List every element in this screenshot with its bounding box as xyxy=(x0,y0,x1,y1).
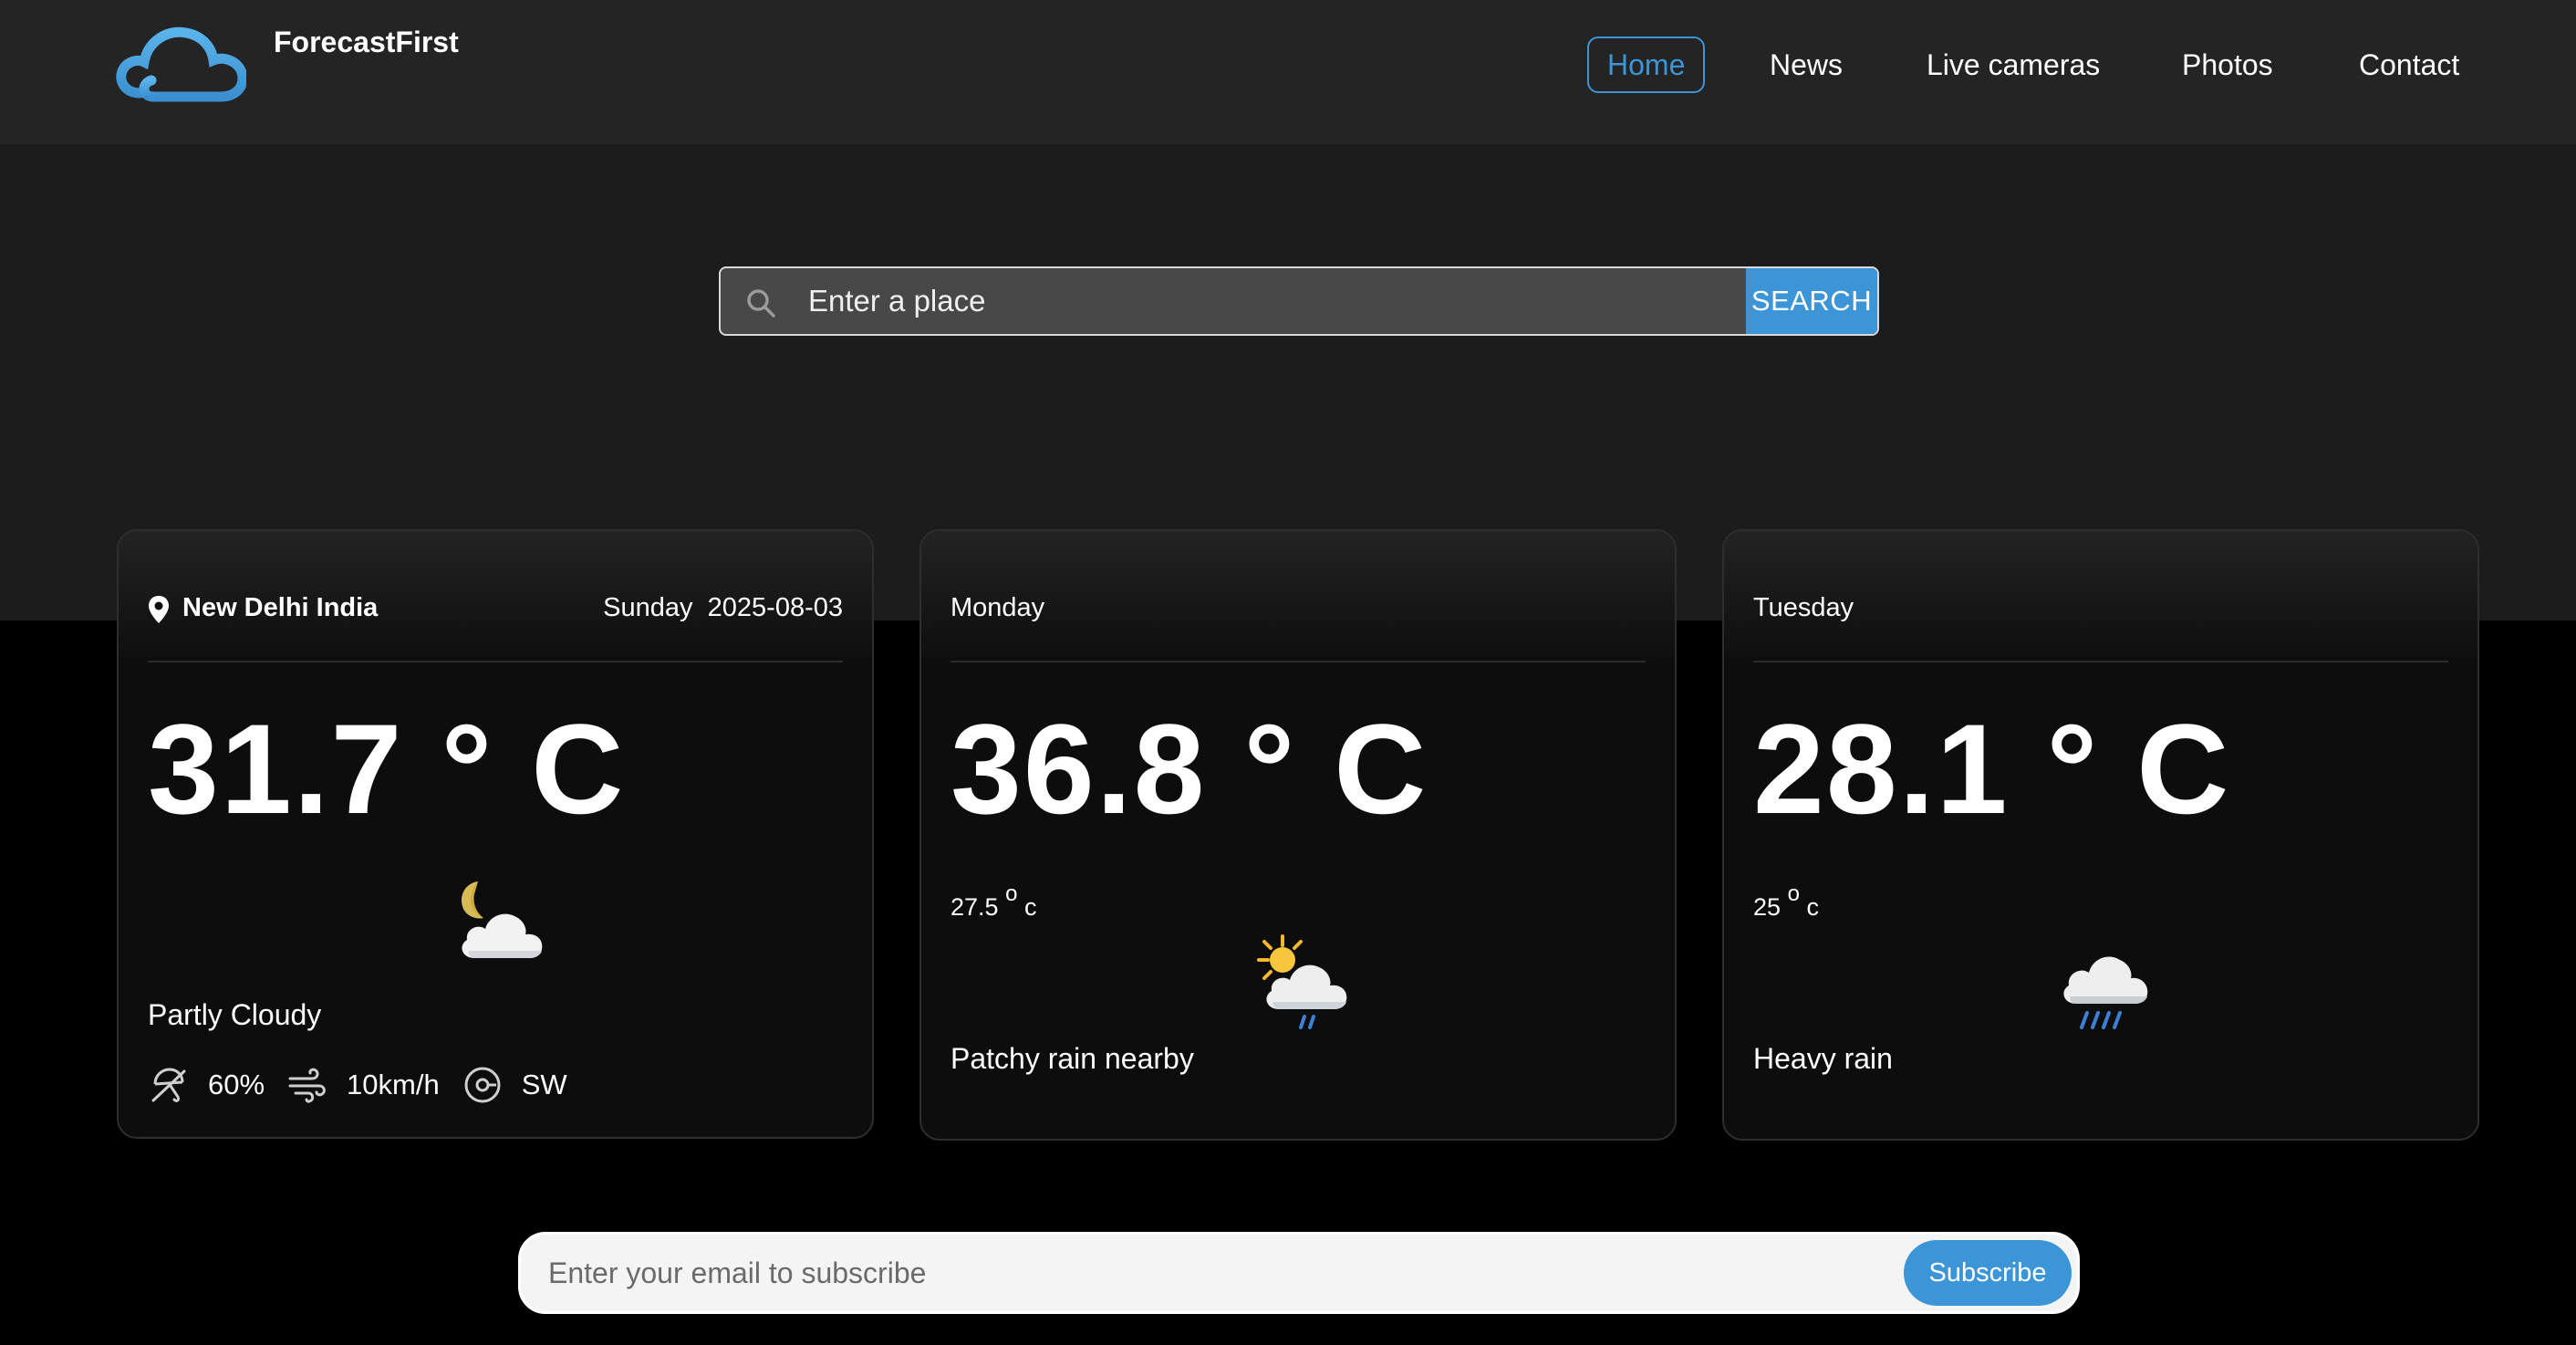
card-header: New Delhi India Sunday 2025-08-03 xyxy=(148,593,843,630)
humidity-value: 60% xyxy=(208,1069,265,1100)
min-temp-unit: c xyxy=(1023,893,1037,921)
min-temp-value: 27.5 xyxy=(950,893,999,921)
forecast-day: Tuesday xyxy=(1753,593,1854,622)
min-temp-value: 25 xyxy=(1753,893,1781,921)
forecast-card-monday: Monday 36.8 ° C 27.5 o c Patchy rain nea… xyxy=(919,529,1677,1141)
moon-cloud-icon xyxy=(461,881,543,958)
place-search-bar: SEARCH xyxy=(719,266,1879,336)
nav-photos[interactable]: Photos xyxy=(2182,36,2273,93)
nav-live-cameras[interactable]: Live cameras xyxy=(1927,36,2100,93)
main-nav: Home News Live cameras Photos Contact xyxy=(0,36,2576,93)
current-day: Sunday xyxy=(603,593,693,622)
card-divider xyxy=(1753,661,2448,662)
subscribe-bar: Subscribe xyxy=(518,1232,2080,1314)
email-subscribe-input[interactable] xyxy=(548,1235,1825,1311)
location-pin-icon xyxy=(149,596,169,623)
current-temperature: 31.7 ° C xyxy=(148,697,626,840)
forecast-temperature: 36.8 ° C xyxy=(950,697,1428,840)
forecast-temperature: 28.1 ° C xyxy=(1753,697,2231,840)
wind-speed-value: 10km/h xyxy=(347,1069,440,1100)
sun-rain-cloud-icon xyxy=(1257,934,1347,1029)
card-divider xyxy=(950,661,1646,662)
subscribe-button[interactable]: Subscribe xyxy=(1904,1240,2072,1306)
card-header: Monday xyxy=(950,593,1646,630)
forecast-condition: Heavy rain xyxy=(1753,1042,1893,1075)
current-date-value: 2025-08-03 xyxy=(707,593,843,622)
min-temp-degree: o xyxy=(1005,881,1018,906)
card-header: Tuesday xyxy=(1753,593,2448,630)
compass-icon xyxy=(464,1067,501,1103)
wind-icon xyxy=(288,1068,326,1103)
heavy-rain-cloud-icon xyxy=(2063,956,2148,1029)
place-search-input[interactable] xyxy=(808,268,1720,334)
nav-contact[interactable]: Contact xyxy=(2359,36,2459,93)
min-temp-unit: c xyxy=(1806,893,1819,921)
forecast-min-temperature: 27.5 o c xyxy=(950,881,1037,922)
wind-direction-value: SW xyxy=(521,1069,567,1100)
current-weather-card: New Delhi India Sunday 2025-08-03 31.7 °… xyxy=(117,529,874,1139)
forecast-condition: Patchy rain nearby xyxy=(950,1042,1194,1075)
umbrella-icon xyxy=(151,1068,186,1102)
nav-news[interactable]: News xyxy=(1770,36,1843,93)
forecast-card-tuesday: Tuesday 28.1 ° C 25 o c Heavy rain xyxy=(1722,529,2479,1141)
nav-home[interactable]: Home xyxy=(1587,36,1706,93)
current-stats: 60% 10km/h SW xyxy=(148,1064,589,1106)
forecast-min-temperature: 25 o c xyxy=(1753,881,1819,922)
location-name: New Delhi India xyxy=(182,593,379,622)
current-condition: Partly Cloudy xyxy=(148,998,322,1031)
min-temp-degree: o xyxy=(1787,881,1800,906)
search-button[interactable]: SEARCH xyxy=(1746,268,1877,334)
search-icon xyxy=(747,289,775,318)
card-divider xyxy=(148,661,843,662)
forecast-day: Monday xyxy=(950,593,1045,622)
top-header: ForecastFirst Home News Live cameras Pho… xyxy=(0,0,2576,144)
current-date: Sunday 2025-08-03 xyxy=(603,593,843,623)
